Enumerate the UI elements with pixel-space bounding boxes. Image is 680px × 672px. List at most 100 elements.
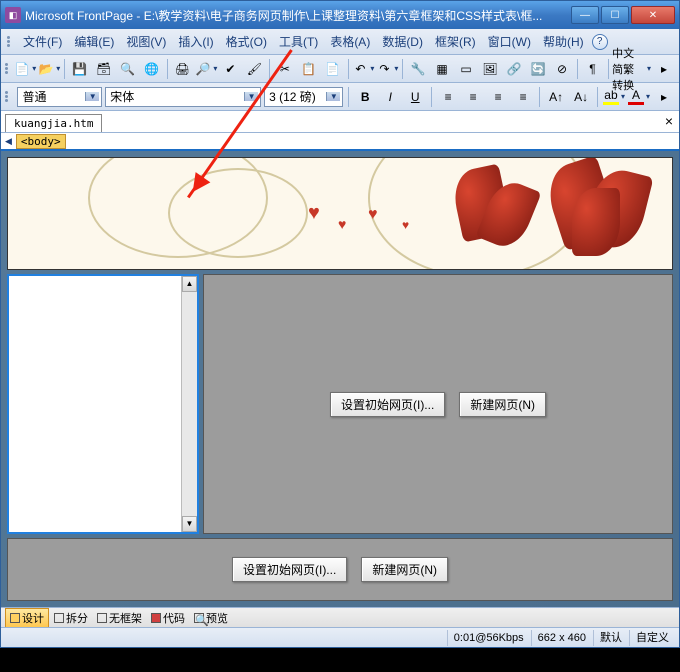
size-combo[interactable]: 3 (12 磅)▼ [264,87,343,107]
menu-edit[interactable]: 编辑(E) [68,30,120,53]
document-tabs: kuangjia.htm × [1,111,679,133]
tag-breadcrumb: ◀ <body> [1,133,679,151]
format-grip[interactable] [5,91,10,102]
set-initial-page-button[interactable]: 设置初始网页(I)... [330,392,445,417]
menu-format[interactable]: 格式(O) [220,30,273,53]
stop-button[interactable]: ⊘ [551,58,573,80]
table-button[interactable]: ▦ [431,58,453,80]
menu-data[interactable]: 数据(D) [376,30,429,53]
saveall-icon: 🗃 [96,61,112,77]
title-bar: ◧ Microsoft FrontPage - E:\教学资料\电子商务网页制作… [1,1,679,29]
component-button[interactable]: 🔧 [407,58,429,80]
open-button[interactable]: 📂 [38,58,60,80]
scrollbar[interactable]: ▲ ▼ [181,276,197,532]
format-overflow[interactable]: ▸ [653,86,675,108]
align-left-button[interactable]: ≡ [437,86,459,108]
chevron-down-icon[interactable]: ▼ [85,92,99,101]
align-right-button[interactable]: ≡ [487,86,509,108]
refresh-button[interactable]: 🔄 [527,58,549,80]
body-tag[interactable]: <body> [16,134,66,149]
font-combo[interactable]: 宋体▼ [105,87,261,107]
view-code[interactable]: 代码 [147,609,189,627]
layer-button[interactable]: ▭ [455,58,477,80]
menu-frame[interactable]: 框架(R) [429,30,482,53]
spell-icon: ✔ [222,61,238,77]
fontcolor-button[interactable]: A [628,86,650,108]
italic-button[interactable]: I [379,86,401,108]
paste-button[interactable]: 📄 [322,58,344,80]
new-page-button[interactable]: 新建网页(N) [459,392,546,417]
menu-grip[interactable] [7,36,13,47]
align-center-icon: ≡ [465,89,481,105]
help-icon[interactable]: ? [592,34,608,50]
new-button[interactable]: 📄 [14,58,36,80]
status-custom[interactable]: 自定义 [629,630,675,646]
view-noframes[interactable]: 无框架 [93,609,146,627]
right-frame[interactable]: 设置初始网页(I)... 新建网页(N) [203,274,673,534]
menu-help[interactable]: 帮助(H) [537,30,590,53]
underline-button[interactable]: U [404,86,426,108]
link-button[interactable]: 🔗 [503,58,525,80]
tab-close-button[interactable]: × [665,113,673,129]
align-right-icon: ≡ [490,89,506,105]
increase-icon: A↑ [548,89,564,105]
toolbar-overflow[interactable]: ▸ [653,58,675,80]
copy-button[interactable]: 📋 [298,58,320,80]
undo-icon: ↶ [352,61,368,77]
scroll-down-button[interactable]: ▼ [182,516,197,532]
crumb-prev[interactable]: ◀ [5,136,12,147]
open-icon: 📂 [38,61,54,77]
saveall-button[interactable]: 🗃 [93,58,115,80]
bold-icon: B [361,90,370,104]
preview-button[interactable]: 🔎 [195,58,217,80]
style-combo[interactable]: 普通▼ [17,87,102,107]
menu-table[interactable]: 表格(A) [324,30,376,53]
increase-size-button[interactable]: A↑ [545,86,567,108]
maximize-button[interactable]: ☐ [601,6,629,24]
image-button[interactable]: 🖼 [479,58,501,80]
spell-button[interactable]: ✔ [219,58,241,80]
show-button[interactable]: ¶ [582,58,604,80]
menu-tools[interactable]: 工具(T) [273,30,324,53]
menu-file[interactable]: 文件(F) [17,30,68,53]
align-justify-button[interactable]: ≡ [512,86,534,108]
chevron-down-icon[interactable]: ▼ [326,92,340,101]
undo-button[interactable]: ↶ [352,58,374,80]
publish-button[interactable]: 🌐 [141,58,163,80]
heart-icon: ♥ [402,218,409,232]
redo-button[interactable]: ↷ [376,58,398,80]
close-button[interactable]: ✕ [631,6,675,24]
menu-insert[interactable]: 插入(I) [172,30,219,53]
status-default[interactable]: 默认 [593,630,628,646]
left-frame[interactable]: ▲ ▼ [7,274,199,534]
menu-view[interactable]: 视图(V) [120,30,172,53]
top-frame[interactable]: ♥ ♥ ♥ ♥ [7,157,673,270]
save-button[interactable]: 💾 [69,58,91,80]
split-icon [54,613,64,623]
bold-button[interactable]: B [354,86,376,108]
scroll-track[interactable] [182,292,197,516]
decrease-size-button[interactable]: A↓ [570,86,592,108]
convert-button[interactable]: 中文简繁转换 [612,58,651,80]
document-tab[interactable]: kuangjia.htm [5,114,102,132]
view-preview[interactable]: 🔍预览 [190,609,232,627]
italic-icon: I [389,90,392,104]
refresh-icon: 🔄 [530,61,546,77]
new-page-button[interactable]: 新建网页(N) [361,557,448,582]
bottom-frame[interactable]: 设置初始网页(I)... 新建网页(N) [7,538,673,601]
scroll-up-button[interactable]: ▲ [182,276,197,292]
toolbar-grip[interactable] [5,63,8,74]
print-button[interactable]: 🖨 [171,58,193,80]
set-initial-page-button[interactable]: 设置初始网页(I)... [232,557,347,582]
minimize-button[interactable]: — [571,6,599,24]
highlight-button[interactable]: ab [603,86,625,108]
view-split[interactable]: 拆分 [50,609,92,627]
style-value: 普通 [22,88,85,105]
search-button[interactable]: 🔍 [117,58,139,80]
stop-icon: ⊘ [554,61,570,77]
menu-window[interactable]: 窗口(W) [482,30,537,53]
align-center-button[interactable]: ≡ [462,86,484,108]
paint-button[interactable]: 🖌 [243,58,265,80]
view-design[interactable]: 设计 [5,608,49,628]
status-dimensions: 662 x 460 [531,630,592,646]
